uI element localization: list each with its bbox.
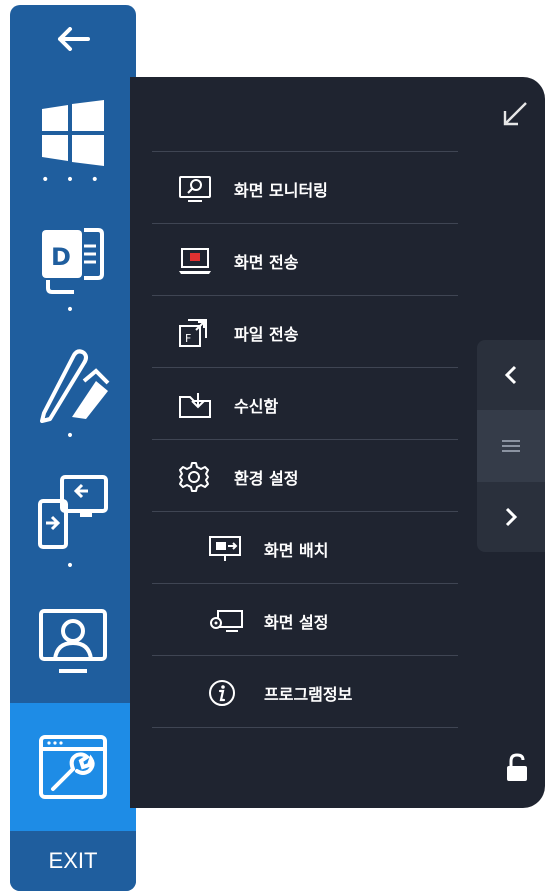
back-button[interactable] [10, 19, 136, 59]
page-scroller [477, 340, 545, 552]
menu-item-label: 화면 설정 [264, 613, 329, 632]
menu-item-label: 파일 전송 [234, 325, 299, 344]
drag-handle[interactable] [477, 410, 545, 482]
menu-item-label: 환경 설정 [234, 469, 299, 488]
menu-item-screen-monitoring[interactable]: 화면 모니터링 [152, 154, 458, 224]
user-monitor-icon [39, 609, 107, 673]
pen-eraser-dot: • [65, 428, 81, 444]
info-icon [209, 680, 235, 706]
menu-item-inbox[interactable]: 수신함 [152, 370, 458, 440]
menu-item-label: 화면 배치 [264, 541, 329, 560]
svg-text:F: F [185, 332, 191, 345]
exit-button[interactable]: EXIT [10, 831, 136, 891]
menu-item-label: 수신함 [234, 397, 279, 416]
windows-button[interactable] [10, 97, 136, 169]
menu-lines-icon [502, 440, 520, 452]
screen-layout-icon [209, 536, 241, 561]
previous-button[interactable] [477, 340, 545, 410]
document-dot: • [65, 302, 81, 318]
pen-eraser-icon [40, 349, 110, 423]
menu-divider [152, 583, 458, 584]
document-button[interactable]: D [10, 223, 136, 299]
laptop-broadcast-icon [179, 248, 211, 274]
menu-divider [152, 367, 458, 368]
settings-window-icon [39, 735, 107, 799]
menu-item-program-info[interactable]: 프로그램정보 [152, 658, 458, 728]
screen-settings-icon [210, 610, 243, 632]
collapse-arrow-icon [503, 102, 527, 126]
menu-item-screen-settings[interactable]: 화면 설정 [152, 586, 458, 656]
svg-text:D: D [51, 243, 71, 271]
left-toolbar: • • • D • • • EXIT [10, 5, 136, 891]
inbox-folder-icon [179, 393, 211, 418]
screen-share-dot: • [65, 558, 81, 574]
rail-active-item[interactable] [10, 703, 136, 831]
pen-eraser-button[interactable] [10, 345, 136, 425]
lock-button[interactable] [506, 753, 528, 787]
file-transfer-icon: F [179, 319, 207, 347]
menu-divider [152, 295, 458, 296]
chevron-right-icon [505, 507, 518, 527]
monitor-search-icon [179, 176, 211, 202]
menu-item-file-transfer[interactable]: F 파일 전송 [152, 298, 458, 368]
chevron-left-icon [504, 365, 517, 385]
screen-share-icon [38, 475, 108, 549]
menu-item-label: 화면 모니터링 [234, 181, 328, 200]
menu-item-preferences[interactable]: 환경 설정 [152, 442, 458, 512]
arrow-left-icon [58, 27, 90, 51]
collapse-button[interactable] [502, 101, 528, 127]
menu-divider [152, 151, 458, 152]
user-monitor-button[interactable] [10, 603, 136, 683]
menu-divider [152, 511, 458, 512]
menu-item-label: 화면 전송 [234, 253, 299, 272]
document-d-icon: D [42, 228, 104, 294]
windows-more-dots: • • • [41, 172, 105, 188]
menu-item-label: 프로그램정보 [264, 685, 353, 704]
menu-divider [152, 655, 458, 656]
windows-icon [42, 100, 104, 166]
menu-divider [152, 727, 458, 728]
next-button[interactable] [477, 482, 545, 552]
unlock-icon [507, 753, 527, 781]
screen-share-button[interactable] [10, 473, 136, 553]
gear-icon [179, 462, 209, 492]
menu-divider [152, 439, 458, 440]
menu-item-screen-transfer[interactable]: 화면 전송 [152, 226, 458, 296]
menu-item-screen-layout[interactable]: 화면 배치 [152, 514, 458, 584]
menu-divider [152, 223, 458, 224]
